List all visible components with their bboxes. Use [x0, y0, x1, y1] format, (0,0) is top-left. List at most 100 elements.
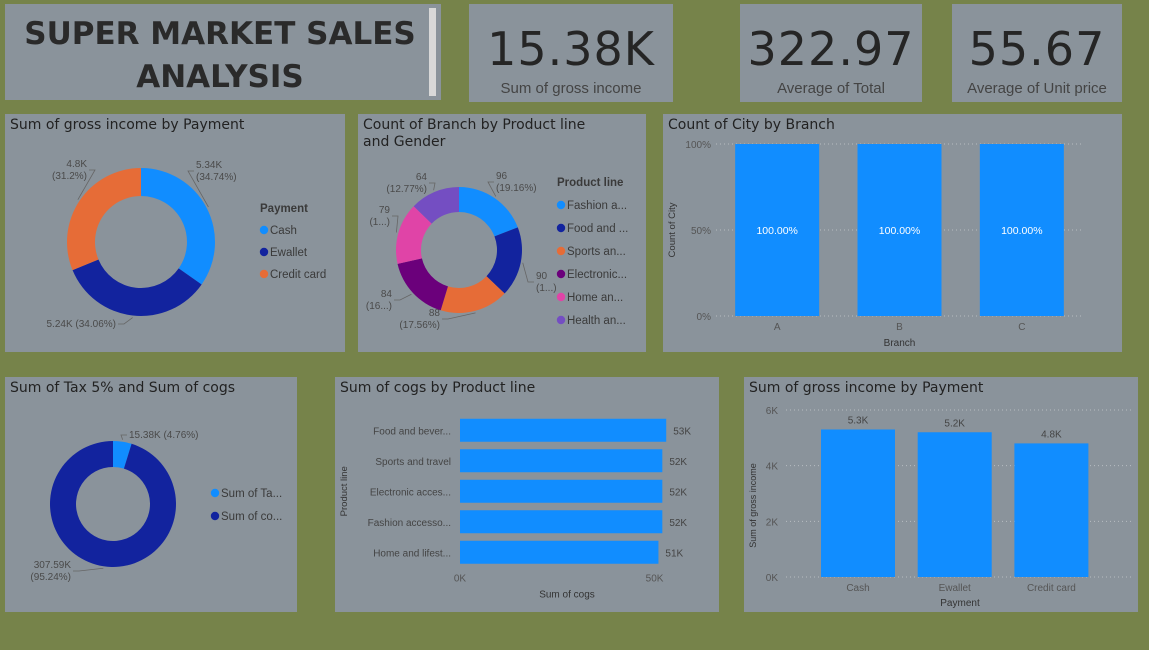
legend-item[interactable]: Ewallet — [270, 247, 308, 259]
kpi-card-gross-income[interactable]: 15.38K Sum of gross income — [469, 4, 673, 102]
bar[interactable] — [460, 479, 663, 503]
donut-slice[interactable] — [397, 258, 448, 311]
legend-marker — [556, 292, 566, 302]
bar-data-label: 100.00% — [879, 225, 920, 237]
legend-item[interactable]: Health an... — [567, 315, 626, 327]
kpi-card-average-total[interactable]: 322.97 Average of Total — [740, 4, 922, 102]
legend-marker — [210, 488, 220, 498]
bar-data-label: 5.2K — [944, 418, 965, 429]
x-tick-label: C — [1018, 322, 1025, 333]
chart-card-income-by-payment[interactable]: Sum of gross income by Payment 5.34K (34.… — [5, 114, 345, 352]
y-tick-label: 0K — [766, 573, 779, 584]
donut-slice[interactable] — [141, 168, 215, 285]
leader-line — [392, 215, 399, 233]
slice-data-label: 5.24K (34.06%) — [47, 319, 117, 330]
y-tick-label: 2K — [766, 517, 779, 528]
legend-item[interactable]: Electronic... — [567, 269, 627, 281]
x-tick-label: Credit card — [1027, 583, 1076, 594]
legend-item[interactable]: Fashion a... — [567, 200, 627, 212]
donut-slice[interactable] — [459, 187, 518, 237]
kpi-label: Average of Total — [777, 80, 885, 97]
chart-card-branch-by-product-line[interactable]: Count of Branch by Product line and Gend… — [358, 114, 646, 352]
slice-percent-label: (19.16%) — [496, 183, 537, 194]
slice-percent-label: (34.74%) — [196, 172, 237, 183]
bar-data-label: 4.8K — [1041, 429, 1062, 440]
x-tick-label: Cash — [846, 583, 869, 594]
slice-value-label: 96 — [496, 171, 508, 182]
x-tick-label: A — [774, 322, 781, 333]
y-tick-label: Home and lifest... — [373, 548, 451, 559]
x-axis-title: Payment — [940, 598, 980, 609]
kpi-value: 322.97 — [747, 22, 915, 76]
kpi-value: 15.38K — [487, 22, 655, 76]
x-axis-title: Branch — [884, 338, 916, 349]
legend-item[interactable]: Sum of co... — [221, 511, 282, 523]
legend-item[interactable]: Credit card — [270, 269, 326, 281]
legend-item[interactable]: Cash — [270, 225, 297, 237]
chart-card-cogs-by-product-line[interactable]: Sum of cogs by Product line Food and bev… — [335, 377, 719, 612]
slice-percent-label: (1...) — [369, 217, 390, 228]
title-accent-bar — [429, 8, 436, 96]
legend-item[interactable]: Home an... — [567, 292, 623, 304]
y-axis-title: Sum of gross income — [748, 463, 758, 548]
y-tick-label: Electronic acces... — [370, 487, 451, 498]
donut-slice[interactable] — [66, 168, 141, 271]
legend-marker — [210, 511, 220, 521]
bar[interactable] — [917, 432, 992, 577]
chart-card-tax-and-cogs[interactable]: Sum of Tax 5% and Sum of cogs 15.38K (4.… — [5, 377, 297, 612]
legend-title: Payment — [260, 203, 308, 215]
slice-value-label: 90 — [536, 271, 548, 282]
bar[interactable] — [460, 540, 659, 564]
bar-data-label: 52K — [669, 518, 687, 529]
slice-data-label: 15.38K (4.76%) — [129, 430, 199, 441]
kpi-value: 55.67 — [968, 22, 1106, 76]
y-tick-label: Sports and travel — [375, 457, 451, 468]
donut-slice[interactable] — [49, 441, 176, 567]
bar[interactable] — [460, 418, 667, 442]
y-tick-label: 4K — [766, 462, 779, 473]
x-axis-title: Sum of cogs — [539, 590, 595, 601]
kpi-card-average-unit-price[interactable]: 55.67 Average of Unit price — [952, 4, 1122, 102]
dashboard-title-line2: ANALYSIS — [136, 59, 304, 95]
kpi-label: Average of Unit price — [967, 80, 1107, 97]
leader-line — [73, 567, 104, 572]
legend-marker — [556, 223, 566, 233]
slice-value-label: 88 — [429, 308, 441, 319]
chart-card-city-by-branch[interactable]: Count of City by Branch 0% 50% 100% 100.00%… — [663, 114, 1122, 352]
slice-value-label: 64 — [416, 172, 428, 183]
y-tick-label: 100% — [685, 140, 711, 151]
bar[interactable] — [460, 449, 663, 473]
legend-item[interactable]: Sports an... — [567, 246, 626, 258]
legend-marker — [556, 246, 566, 256]
y-tick-label: 6K — [766, 406, 779, 417]
bar-data-label: 52K — [669, 457, 687, 468]
bar[interactable] — [821, 429, 895, 577]
bar[interactable] — [1014, 443, 1089, 577]
chart-svg: Food and bever... 53K Sports and travel 52K… — [339, 418, 691, 601]
legend-marker — [259, 269, 269, 279]
slice-value-label: 5.34K — [196, 160, 222, 171]
chart-card-income-by-payment-bars[interactable]: Sum of gross income by Payment 0K 2K 4K 6K 5… — [744, 377, 1138, 612]
leader-line — [394, 293, 412, 301]
bar-data-label: 52K — [669, 487, 687, 498]
legend-title: Product line — [557, 177, 623, 189]
legend-marker — [556, 315, 566, 325]
y-axis-title: Product line — [339, 466, 350, 516]
leader-line — [120, 434, 127, 440]
chart-svg: 15.38K (4.76%) 307.59K(95.24%) Sum of Ta..… — [30, 430, 282, 583]
leader-line — [522, 262, 534, 283]
bar[interactable] — [460, 510, 663, 534]
slice-percent-label: (1...) — [536, 283, 557, 294]
bar-data-label: 100.00% — [756, 225, 797, 237]
legend-item[interactable]: Food and ... — [567, 223, 628, 235]
legend-marker — [259, 247, 269, 257]
slice-value-label: 84 — [381, 289, 393, 300]
legend-marker — [556, 200, 566, 210]
title-card: SUPER MARKET SALES ANALYSIS — [5, 4, 441, 100]
slice-value-label: 307.59K — [34, 560, 72, 571]
y-axis-title: Count of City — [667, 202, 678, 257]
leader-line — [429, 182, 436, 191]
x-tick-label: B — [896, 322, 903, 333]
legend-item[interactable]: Sum of Ta... — [221, 488, 282, 500]
legend-marker — [556, 269, 566, 279]
